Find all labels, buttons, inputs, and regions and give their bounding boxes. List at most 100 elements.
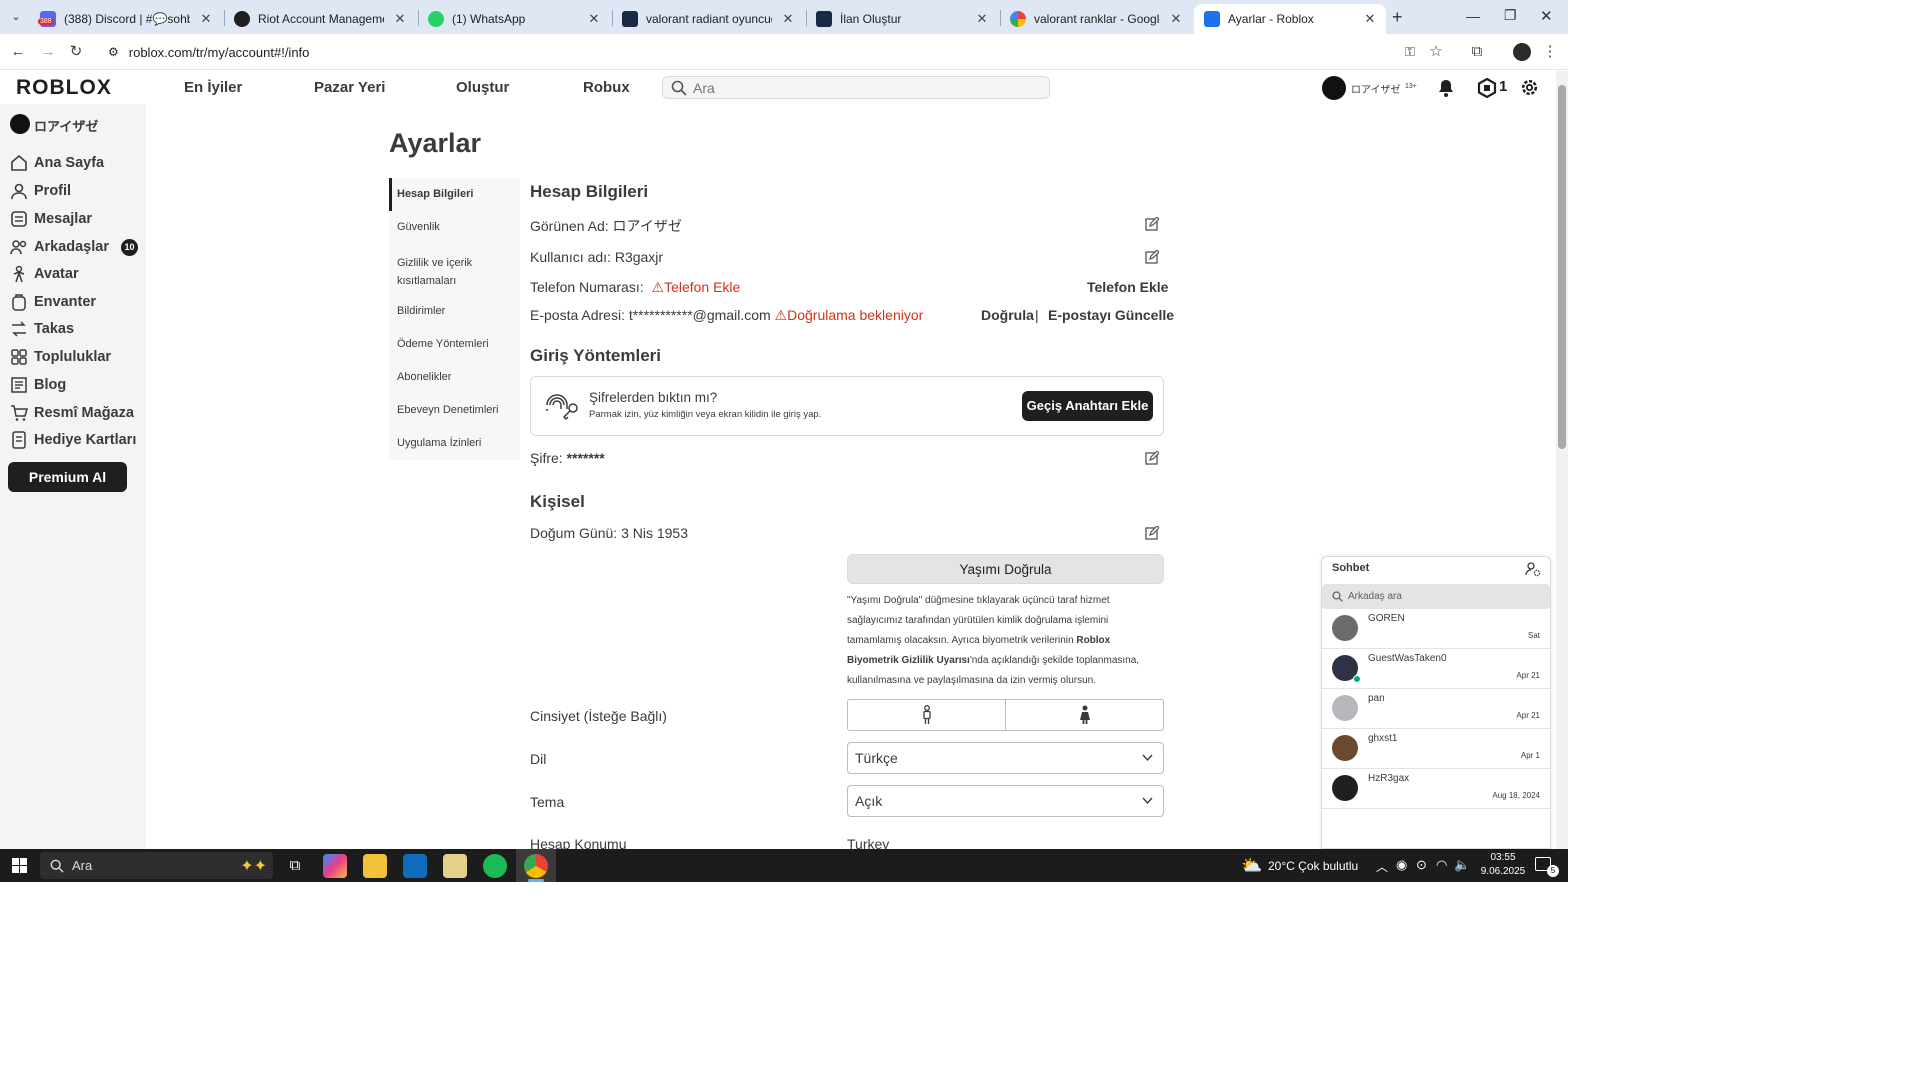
sidebar-item-shop[interactable]: Resmî Mağaza bbox=[10, 404, 134, 422]
url-text[interactable]: roblox.com/tr/my/account#!/info bbox=[129, 45, 310, 60]
clock-date[interactable]: 9.06.2025 bbox=[1476, 866, 1530, 877]
language-select[interactable]: Türkçe bbox=[847, 742, 1164, 774]
notification-bell-icon[interactable] bbox=[1436, 78, 1456, 98]
tab-google[interactable]: valorant ranklar - Google'da Ar ✕ bbox=[1000, 4, 1192, 34]
sidebar-item-messages[interactable]: Mesajlar bbox=[10, 210, 92, 228]
tab-roblox-active[interactable]: Ayarlar - Roblox ✕ bbox=[1194, 4, 1386, 34]
sidebar-item-profile[interactable]: Profil bbox=[10, 182, 71, 200]
minimize-icon[interactable]: — bbox=[1466, 8, 1480, 24]
edit-birthday-icon[interactable] bbox=[1145, 526, 1159, 540]
reload-icon[interactable]: ↻ bbox=[66, 42, 86, 62]
chat-friend-search[interactable]: Arkadaş ara bbox=[1322, 584, 1550, 609]
nav-create[interactable]: Oluştur bbox=[456, 79, 509, 96]
sidebar-item-groups[interactable]: Topluluklar bbox=[10, 348, 111, 366]
chat-friend-row[interactable]: ghxst1 Apr 1 bbox=[1322, 729, 1550, 769]
chat-friend-row[interactable]: HzR3gax Aug 18, 2024 bbox=[1322, 769, 1550, 809]
scrollbar-thumb[interactable] bbox=[1558, 85, 1566, 449]
gender-female-option[interactable] bbox=[1006, 700, 1163, 730]
roblox-logo[interactable]: ROBLOX bbox=[16, 76, 112, 100]
tab-ilan[interactable]: İlan Oluştur ✕ bbox=[806, 4, 998, 34]
nav-robux[interactable]: Robux bbox=[583, 79, 630, 96]
tab-account-info[interactable]: Hesap Bilgileri bbox=[390, 188, 520, 200]
copilot-icon[interactable] bbox=[323, 854, 347, 878]
tab-privacy[interactable]: Gizlilik ve içerik kısıtlamaları bbox=[390, 254, 490, 290]
chat-settings-icon[interactable] bbox=[1525, 561, 1541, 577]
robux-count[interactable]: 1 bbox=[1499, 78, 1507, 95]
chat-friend-row[interactable]: GOREN Sat bbox=[1322, 609, 1550, 649]
outlook-icon[interactable] bbox=[403, 854, 427, 878]
search-input[interactable]: Ara bbox=[662, 76, 1050, 99]
sidebar-item-avatar[interactable]: Avatar bbox=[10, 265, 79, 283]
close-icon[interactable]: ✕ bbox=[392, 11, 408, 27]
location-icon[interactable]: ⊙ bbox=[1416, 857, 1427, 873]
windows-start-icon[interactable] bbox=[12, 858, 27, 873]
new-tab-icon[interactable]: + bbox=[1392, 7, 1403, 28]
chat-friend-row[interactable]: GuestWasTaken0 Apr 21 bbox=[1322, 649, 1550, 689]
tab-whatsapp[interactable]: (1) WhatsApp ✕ bbox=[418, 4, 610, 34]
tab-riot[interactable]: Riot Account Management ✕ bbox=[224, 4, 416, 34]
close-window-icon[interactable]: ✕ bbox=[1540, 7, 1553, 25]
forward-icon[interactable]: → bbox=[38, 42, 58, 62]
close-icon[interactable]: ✕ bbox=[780, 11, 796, 27]
gender-male-option[interactable] bbox=[848, 700, 1006, 730]
verify-email-button[interactable]: Doğrula bbox=[981, 307, 1034, 323]
chat-title[interactable]: Sohbet bbox=[1332, 562, 1369, 574]
sidebar-item-blog[interactable]: Blog bbox=[10, 376, 66, 394]
tab-discord[interactable]: 388 (388) Discord | #💬sohbet | fe ✕ bbox=[30, 4, 222, 34]
sidebar-username[interactable]: ロアイザゼ bbox=[34, 116, 98, 135]
tab-app-permissions[interactable]: Uygulama İzinleri bbox=[390, 437, 520, 449]
edit-username-icon[interactable] bbox=[1145, 250, 1159, 264]
menu-kebab-icon[interactable]: ⋮ bbox=[1540, 42, 1560, 62]
taskbar-search[interactable]: Ara ✦✦ bbox=[40, 852, 273, 879]
notepad-icon[interactable] bbox=[443, 854, 467, 878]
header-avatar[interactable] bbox=[1322, 76, 1346, 100]
premium-button[interactable]: Premium Al bbox=[8, 462, 127, 492]
verify-age-button[interactable]: Yaşımı Doğrula bbox=[847, 554, 1164, 584]
edit-password-icon[interactable] bbox=[1145, 451, 1159, 465]
page-scrollbar[interactable] bbox=[1556, 71, 1568, 849]
chat-friend-row[interactable]: pan Apr 21 bbox=[1322, 689, 1550, 729]
close-icon[interactable]: ✕ bbox=[1362, 11, 1378, 27]
close-icon[interactable]: ✕ bbox=[586, 11, 602, 27]
sidebar-item-friends[interactable]: Arkadaşlar 10 bbox=[10, 238, 138, 256]
theme-select[interactable]: Açık bbox=[847, 785, 1164, 817]
profile-avatar[interactable] bbox=[1513, 43, 1531, 61]
tab-payment-methods[interactable]: Ödeme Yöntemleri bbox=[390, 338, 520, 350]
omnibox[interactable]: ⚙ roblox.com/tr/my/account#!/info bbox=[100, 39, 1460, 65]
password-key-icon[interactable]: ⚿ bbox=[1400, 42, 1420, 62]
bookmark-star-icon[interactable]: ☆ bbox=[1426, 42, 1446, 62]
meet-icon[interactable]: ◉ bbox=[1396, 857, 1407, 873]
site-info-icon[interactable]: ⚙ bbox=[108, 45, 119, 59]
nav-charts[interactable]: En İyiler bbox=[184, 79, 242, 96]
tab-notifications[interactable]: Bildirimler bbox=[390, 305, 520, 317]
update-email-button[interactable]: E-postayı Güncelle bbox=[1048, 307, 1174, 323]
tray-expand-icon[interactable]: ︿ bbox=[1376, 858, 1388, 875]
add-phone-button[interactable]: Telefon Ekle bbox=[1087, 279, 1168, 295]
volume-icon[interactable]: 🔈 bbox=[1454, 857, 1470, 873]
edit-display-name-icon[interactable] bbox=[1145, 217, 1159, 231]
clock-time[interactable]: 03:55 bbox=[1484, 852, 1522, 863]
sidebar-item-trade[interactable]: Takas bbox=[10, 320, 74, 338]
tab-itemsatis[interactable]: valorant radiant oyuncudan bo ✕ bbox=[612, 4, 804, 34]
close-icon[interactable]: ✕ bbox=[1168, 11, 1184, 27]
file-explorer-icon[interactable] bbox=[363, 854, 387, 878]
restore-icon[interactable]: ❐ bbox=[1504, 7, 1517, 24]
close-icon[interactable]: ✕ bbox=[974, 11, 990, 27]
close-icon[interactable]: ✕ bbox=[198, 11, 214, 27]
sidebar-item-inventory[interactable]: Envanter bbox=[10, 293, 96, 311]
sidebar-avatar[interactable] bbox=[10, 114, 30, 134]
nav-marketplace[interactable]: Pazar Yeri bbox=[314, 79, 385, 96]
tab-subscriptions[interactable]: Abonelikler bbox=[390, 371, 520, 383]
extensions-icon[interactable]: ⧉ bbox=[1467, 42, 1487, 62]
weather-info[interactable]: 20°C Çok bulutlu bbox=[1268, 859, 1358, 873]
sidebar-item-home[interactable]: Ana Sayfa bbox=[10, 154, 104, 172]
task-view-icon[interactable]: ⧉ bbox=[283, 854, 307, 878]
weather-icon[interactable]: ⛅ bbox=[1241, 856, 1262, 876]
tab-search-icon[interactable]: ⌄ bbox=[6, 7, 26, 27]
robux-icon[interactable] bbox=[1477, 78, 1497, 98]
sidebar-item-gift-cards[interactable]: Hediye Kartları bbox=[10, 431, 136, 449]
wifi-icon[interactable]: ◠ bbox=[1436, 857, 1447, 873]
settings-gear-icon[interactable] bbox=[1519, 77, 1540, 98]
tab-security[interactable]: Güvenlik bbox=[390, 221, 520, 233]
back-icon[interactable]: ← bbox=[8, 42, 28, 62]
